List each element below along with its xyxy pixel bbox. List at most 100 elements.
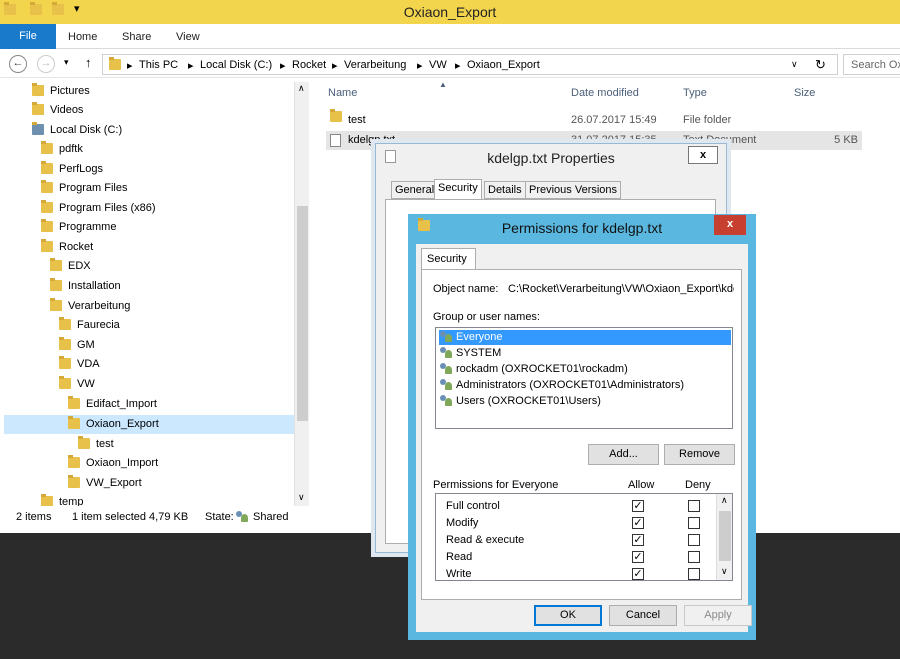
nav-item[interactable]: GM — [59, 336, 95, 355]
breadcrumb-item[interactable]: Rocket — [292, 59, 326, 71]
users-icon — [439, 379, 453, 390]
group-list[interactable]: Everyone SYSTEM rockadm (OXROCKET01\rock… — [435, 327, 733, 429]
breadcrumb-item[interactable]: Verarbeitung — [344, 59, 406, 71]
permission-name: Modify — [446, 517, 479, 529]
forward-icon[interactable]: → — [37, 55, 55, 73]
deny-checkbox[interactable] — [688, 568, 700, 580]
breadcrumb-item[interactable]: Oxiaon_Export — [467, 59, 540, 71]
tab-file[interactable]: File — [0, 24, 56, 49]
tab-details[interactable]: Details — [484, 181, 526, 199]
breadcrumb-item[interactable]: Local Disk (C:) — [200, 59, 272, 71]
tab-previous-versions[interactable]: Previous Versions — [525, 181, 622, 199]
scroll-up-icon[interactable]: ∧ — [721, 495, 728, 506]
remove-button[interactable]: Remove — [664, 444, 735, 465]
permissions-scrollbar[interactable]: ∧ ∨ — [716, 494, 732, 580]
nav-item-label: pdftk — [59, 143, 83, 155]
column-header-date[interactable]: Date modified — [571, 87, 639, 99]
scroll-up-icon[interactable]: ∧ — [298, 83, 305, 94]
recent-locations-icon[interactable]: ▾ — [64, 57, 69, 68]
scroll-down-icon[interactable]: ∨ — [721, 566, 728, 577]
nav-scrollbar[interactable]: ∧ ∨ — [294, 82, 309, 506]
deny-checkbox[interactable] — [688, 534, 700, 546]
allow-checkbox[interactable]: ✓ — [632, 551, 644, 563]
allow-checkbox[interactable]: ✓ — [632, 517, 644, 529]
address-dropdown-icon[interactable]: ∨ — [791, 59, 798, 70]
column-header-name[interactable]: Name — [328, 87, 357, 99]
scroll-down-icon[interactable]: ∨ — [298, 492, 305, 503]
nav-item[interactable]: Program Files (x86) — [41, 199, 156, 218]
dialog-title: Permissions for kdelgp.txt — [501, 220, 663, 236]
nav-item[interactable]: PerfLogs — [41, 160, 103, 179]
close-button[interactable]: x — [714, 215, 746, 235]
tab-general[interactable]: General — [391, 181, 439, 199]
address-bar[interactable]: ▸ This PC ▸ Local Disk (C:) ▸ Rocket ▸ V… — [102, 54, 838, 75]
nav-item[interactable]: pdftk — [41, 140, 83, 159]
allow-checkbox[interactable]: ✓ — [632, 500, 644, 512]
column-header-size[interactable]: Size — [794, 87, 815, 99]
ok-button[interactable]: OK — [534, 605, 602, 626]
search-input[interactable]: Search Oxiaon_Export — [843, 54, 900, 75]
list-item[interactable]: rockadm (OXROCKET01\rockadm) — [439, 362, 632, 377]
list-item[interactable]: Administrators (OXROCKET01\Administrator… — [439, 378, 688, 393]
nav-item-label: Rocket — [59, 241, 94, 253]
nav-item[interactable]: test — [78, 435, 114, 454]
nav-item[interactable]: Installation — [50, 277, 121, 296]
column-header-type[interactable]: Type — [683, 87, 707, 99]
tab-security[interactable]: Security — [421, 248, 476, 270]
deny-checkbox[interactable] — [688, 517, 700, 529]
tab-security[interactable]: Security — [434, 179, 482, 200]
navigation-pane: Pictures Videos Local Disk (C:) pdftk Pe… — [0, 80, 310, 506]
nav-item[interactable]: Pictures — [32, 82, 90, 101]
allow-checkbox[interactable]: ✓ — [632, 534, 644, 546]
nav-item[interactable]: temp — [41, 493, 83, 506]
up-icon[interactable]: ↑ — [85, 55, 92, 70]
apply-button[interactable]: Apply — [684, 605, 752, 626]
refresh-icon[interactable]: ↻ — [815, 57, 826, 73]
nav-item[interactable]: VW_Export — [68, 474, 142, 493]
scrollbar-thumb[interactable] — [297, 206, 308, 421]
list-item[interactable]: Users (OXROCKET01\Users) — [439, 394, 605, 409]
tab-share[interactable]: Share — [122, 31, 151, 43]
close-button[interactable]: x — [688, 146, 718, 164]
file-row[interactable]: test 26.07.2017 15:49 File folder — [326, 109, 862, 130]
breadcrumb-item[interactable]: VW — [429, 59, 447, 71]
breadcrumb-separator: ▸ — [417, 60, 423, 72]
nav-item[interactable]: VW — [59, 375, 95, 394]
group-name: Administrators (OXROCKET01\Administrator… — [456, 379, 684, 391]
scrollbar-thumb[interactable] — [719, 511, 731, 561]
deny-checkbox[interactable] — [688, 500, 700, 512]
file-size: 5 KB — [834, 134, 858, 146]
cancel-button[interactable]: Cancel — [609, 605, 677, 626]
nav-item-label: Oxiaon_Import — [86, 457, 159, 469]
allow-checkbox[interactable]: ✓ — [632, 568, 644, 580]
nav-item[interactable]: Videos — [32, 101, 83, 120]
breadcrumb-item[interactable]: This PC — [139, 59, 178, 71]
nav-item-label: Program Files — [59, 182, 128, 194]
allow-header: Allow — [628, 479, 655, 491]
back-icon[interactable]: ← — [9, 55, 27, 73]
nav-item[interactable]: Local Disk (C:) — [32, 121, 122, 140]
ribbon: File Home Share View — [0, 24, 900, 49]
tab-view[interactable]: View — [176, 31, 200, 43]
nav-item[interactable]: EDX — [50, 257, 91, 276]
add-button[interactable]: Add... — [588, 444, 659, 465]
nav-item[interactable]: Rocket — [41, 238, 93, 257]
nav-item-label: Oxiaon_Export — [86, 418, 159, 430]
group-name: SYSTEM — [456, 347, 502, 359]
nav-item[interactable]: Program Files — [41, 179, 127, 198]
breadcrumb-separator: ▸ — [332, 60, 338, 72]
nav-item-label: PerfLogs — [59, 163, 104, 175]
list-item[interactable]: Everyone — [439, 330, 731, 345]
nav-item-selected[interactable]: Oxiaon_Export — [4, 415, 294, 434]
nav-item-label: VW — [77, 378, 95, 390]
tab-panel: Object name: C:\Rocket\Verarbeitung\VW\O… — [421, 269, 742, 600]
nav-item[interactable]: Programme — [41, 218, 116, 237]
nav-item[interactable]: Oxiaon_Import — [68, 454, 158, 473]
nav-item[interactable]: Verarbeitung — [50, 297, 130, 316]
nav-item[interactable]: Faurecia — [59, 316, 120, 335]
nav-item[interactable]: VDA — [59, 355, 100, 374]
list-item[interactable]: SYSTEM — [439, 346, 505, 361]
nav-item[interactable]: Edifact_Import — [68, 395, 157, 414]
tab-home[interactable]: Home — [68, 31, 97, 43]
deny-checkbox[interactable] — [688, 551, 700, 563]
